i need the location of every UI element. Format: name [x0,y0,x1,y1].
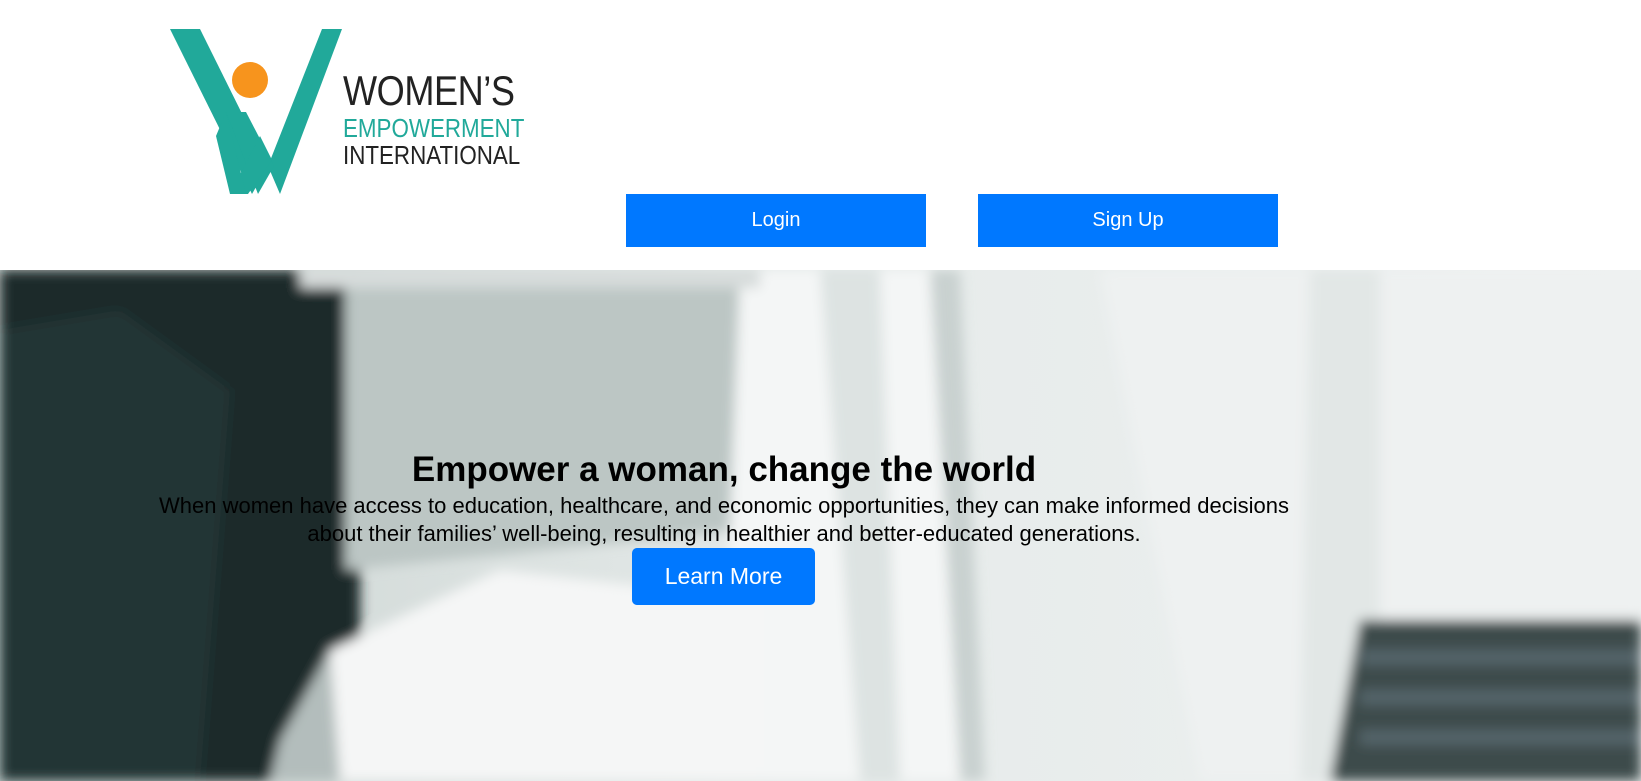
logo-line-international: INTERNATIONAL [343,140,521,170]
hero-description: When women have access to education, hea… [159,493,1289,546]
logo-wordmark: WOMEN’S EMPOWERMENT INTERNATIONAL [343,67,554,170]
logo-line-womens: WOMEN’S [343,67,515,114]
sign-up-button[interactable]: Sign Up [978,194,1278,247]
learn-more-button[interactable]: Learn More [632,548,815,605]
site-header: WOMEN’S EMPOWERMENT INTERNATIONAL Login … [0,0,1641,270]
logo-line-empowerment: EMPOWERMENT [343,113,525,143]
hero-section: Empower a woman, change the world When w… [0,270,1641,781]
site-logo[interactable]: WOMEN’S EMPOWERMENT INTERNATIONAL [170,26,540,201]
hero-title: Empower a woman, change the world [411,450,1037,489]
login-button[interactable]: Login [626,194,926,247]
